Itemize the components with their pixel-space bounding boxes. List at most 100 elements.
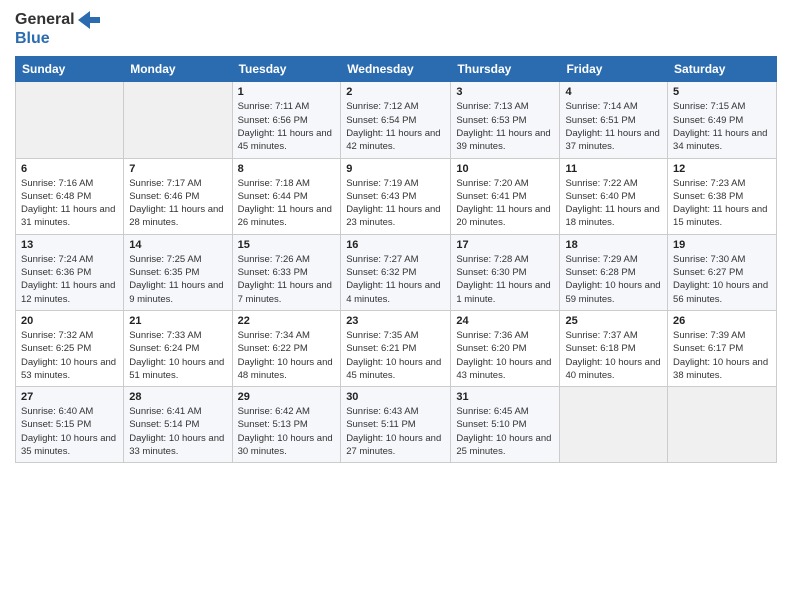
calendar-cell: 22 Sunrise: 7:34 AM Sunset: 6:22 PM Dayli… bbox=[232, 310, 341, 386]
day-number: 29 bbox=[238, 391, 336, 403]
logo-arrow-icon bbox=[78, 11, 100, 29]
calendar-cell: 13 Sunrise: 7:24 AM Sunset: 6:36 PM Dayli… bbox=[16, 234, 124, 310]
page-header: General Blue bbox=[15, 10, 777, 48]
day-info: Sunrise: 6:42 AM Sunset: 5:13 PM Dayligh… bbox=[238, 405, 336, 458]
day-info: Sunrise: 7:19 AM Sunset: 6:43 PM Dayligh… bbox=[346, 177, 445, 230]
day-info: Sunrise: 7:29 AM Sunset: 6:28 PM Dayligh… bbox=[565, 253, 662, 306]
day-of-week-tuesday: Tuesday bbox=[232, 57, 341, 82]
day-info: Sunrise: 7:18 AM Sunset: 6:44 PM Dayligh… bbox=[238, 177, 336, 230]
calendar-cell: 31 Sunrise: 6:45 AM Sunset: 5:10 PM Dayli… bbox=[451, 387, 560, 463]
calendar-cell: 4Sunrise: 7:14 AM Sunset: 6:51 PM Daylig… bbox=[560, 82, 668, 158]
day-info: Sunrise: 7:39 AM Sunset: 6:17 PM Dayligh… bbox=[673, 329, 771, 382]
calendar-cell: 19 Sunrise: 7:30 AM Sunset: 6:27 PM Dayli… bbox=[668, 234, 777, 310]
day-number: 23 bbox=[346, 315, 445, 327]
calendar-cell: 20 Sunrise: 7:32 AM Sunset: 6:25 PM Dayli… bbox=[16, 310, 124, 386]
day-info: Sunrise: 7:17 AM Sunset: 6:46 PM Dayligh… bbox=[129, 177, 226, 230]
day-number: 22 bbox=[238, 315, 336, 327]
day-number: 12 bbox=[673, 163, 771, 175]
day-number: 2 bbox=[346, 86, 445, 98]
day-info: Sunrise: 7:36 AM Sunset: 6:20 PM Dayligh… bbox=[456, 329, 554, 382]
calendar-cell: 7 Sunrise: 7:17 AM Sunset: 6:46 PM Daylig… bbox=[124, 158, 232, 234]
day-number: 26 bbox=[673, 315, 771, 327]
calendar-cell bbox=[560, 387, 668, 463]
day-number: 10 bbox=[456, 163, 554, 175]
day-info: Sunrise: 7:23 AM Sunset: 6:38 PM Dayligh… bbox=[673, 177, 771, 230]
calendar-cell: 11 Sunrise: 7:22 AM Sunset: 6:40 PM Dayli… bbox=[560, 158, 668, 234]
day-info: Sunrise: 6:43 AM Sunset: 5:11 PM Dayligh… bbox=[346, 405, 445, 458]
calendar-cell: 29 Sunrise: 6:42 AM Sunset: 5:13 PM Dayli… bbox=[232, 387, 341, 463]
calendar-cell: 18 Sunrise: 7:29 AM Sunset: 6:28 PM Dayli… bbox=[560, 234, 668, 310]
day-info: Sunrise: 7:33 AM Sunset: 6:24 PM Dayligh… bbox=[129, 329, 226, 382]
week-row-5: 27 Sunrise: 6:40 AM Sunset: 5:15 PM Dayli… bbox=[16, 387, 777, 463]
week-row-4: 20 Sunrise: 7:32 AM Sunset: 6:25 PM Dayli… bbox=[16, 310, 777, 386]
day-number: 16 bbox=[346, 239, 445, 251]
day-info: Sunrise: 6:45 AM Sunset: 5:10 PM Dayligh… bbox=[456, 405, 554, 458]
calendar-cell: 1 Sunrise: 7:11 AM Sunset: 6:56 PM Daylig… bbox=[232, 82, 341, 158]
day-number: 30 bbox=[346, 391, 445, 403]
day-number: 15 bbox=[238, 239, 336, 251]
day-info: Sunrise: 7:11 AM Sunset: 6:56 PM Dayligh… bbox=[238, 100, 336, 153]
logo-blue: Blue bbox=[15, 29, 50, 48]
day-number: 18 bbox=[565, 239, 662, 251]
day-info: Sunrise: 7:15 AM Sunset: 6:49 PM Dayligh… bbox=[673, 100, 771, 153]
calendar-cell bbox=[124, 82, 232, 158]
day-number: 3 bbox=[456, 86, 554, 98]
day-number: 28 bbox=[129, 391, 226, 403]
calendar-cell: 27 Sunrise: 6:40 AM Sunset: 5:15 PM Dayli… bbox=[16, 387, 124, 463]
day-info: Sunrise: 7:30 AM Sunset: 6:27 PM Dayligh… bbox=[673, 253, 771, 306]
calendar-cell: 17 Sunrise: 7:28 AM Sunset: 6:30 PM Dayli… bbox=[451, 234, 560, 310]
calendar-cell: 6Sunrise: 7:16 AM Sunset: 6:48 PM Daylig… bbox=[16, 158, 124, 234]
day-number: 13 bbox=[21, 239, 118, 251]
calendar-cell: 30 Sunrise: 6:43 AM Sunset: 5:11 PM Dayli… bbox=[341, 387, 451, 463]
calendar-cell: 5 Sunrise: 7:15 AM Sunset: 6:49 PM Daylig… bbox=[668, 82, 777, 158]
day-info: Sunrise: 7:25 AM Sunset: 6:35 PM Dayligh… bbox=[129, 253, 226, 306]
logo-general: General bbox=[15, 10, 75, 29]
calendar-cell: 2Sunrise: 7:12 AM Sunset: 6:54 PM Daylig… bbox=[341, 82, 451, 158]
day-number: 19 bbox=[673, 239, 771, 251]
calendar-cell: 28 Sunrise: 6:41 AM Sunset: 5:14 PM Dayli… bbox=[124, 387, 232, 463]
day-info: Sunrise: 7:32 AM Sunset: 6:25 PM Dayligh… bbox=[21, 329, 118, 382]
day-info: Sunrise: 7:13 AM Sunset: 6:53 PM Dayligh… bbox=[456, 100, 554, 153]
day-number: 1 bbox=[238, 86, 336, 98]
calendar-cell: 25 Sunrise: 7:37 AM Sunset: 6:18 PM Dayli… bbox=[560, 310, 668, 386]
day-info: Sunrise: 6:41 AM Sunset: 5:14 PM Dayligh… bbox=[129, 405, 226, 458]
day-number: 24 bbox=[456, 315, 554, 327]
day-number: 31 bbox=[456, 391, 554, 403]
calendar-cell: 12 Sunrise: 7:23 AM Sunset: 6:38 PM Dayli… bbox=[668, 158, 777, 234]
day-number: 9 bbox=[346, 163, 445, 175]
day-of-week-monday: Monday bbox=[124, 57, 232, 82]
day-number: 7 bbox=[129, 163, 226, 175]
day-of-week-wednesday: Wednesday bbox=[341, 57, 451, 82]
day-info: Sunrise: 7:27 AM Sunset: 6:32 PM Dayligh… bbox=[346, 253, 445, 306]
day-number: 11 bbox=[565, 163, 662, 175]
day-number: 20 bbox=[21, 315, 118, 327]
day-of-week-thursday: Thursday bbox=[451, 57, 560, 82]
day-number: 6 bbox=[21, 163, 118, 175]
day-info: Sunrise: 7:22 AM Sunset: 6:40 PM Dayligh… bbox=[565, 177, 662, 230]
day-info: Sunrise: 7:20 AM Sunset: 6:41 PM Dayligh… bbox=[456, 177, 554, 230]
day-number: 4 bbox=[565, 86, 662, 98]
day-number: 17 bbox=[456, 239, 554, 251]
day-number: 5 bbox=[673, 86, 771, 98]
day-info: Sunrise: 7:24 AM Sunset: 6:36 PM Dayligh… bbox=[21, 253, 118, 306]
week-row-2: 6Sunrise: 7:16 AM Sunset: 6:48 PM Daylig… bbox=[16, 158, 777, 234]
calendar-table: SundayMondayTuesdayWednesdayThursdayFrid… bbox=[15, 56, 777, 463]
day-info: Sunrise: 7:34 AM Sunset: 6:22 PM Dayligh… bbox=[238, 329, 336, 382]
calendar-header-row: SundayMondayTuesdayWednesdayThursdayFrid… bbox=[16, 57, 777, 82]
day-number: 8 bbox=[238, 163, 336, 175]
day-number: 27 bbox=[21, 391, 118, 403]
day-info: Sunrise: 7:35 AM Sunset: 6:21 PM Dayligh… bbox=[346, 329, 445, 382]
logo: General Blue bbox=[15, 10, 100, 48]
day-of-week-saturday: Saturday bbox=[668, 57, 777, 82]
day-info: Sunrise: 6:40 AM Sunset: 5:15 PM Dayligh… bbox=[21, 405, 118, 458]
calendar-cell: 21Sunrise: 7:33 AM Sunset: 6:24 PM Dayli… bbox=[124, 310, 232, 386]
day-number: 14 bbox=[129, 239, 226, 251]
day-number: 25 bbox=[565, 315, 662, 327]
calendar-cell: 10 Sunrise: 7:20 AM Sunset: 6:41 PM Dayli… bbox=[451, 158, 560, 234]
day-of-week-friday: Friday bbox=[560, 57, 668, 82]
day-info: Sunrise: 7:37 AM Sunset: 6:18 PM Dayligh… bbox=[565, 329, 662, 382]
calendar-cell: 24 Sunrise: 7:36 AM Sunset: 6:20 PM Dayli… bbox=[451, 310, 560, 386]
calendar-cell bbox=[668, 387, 777, 463]
week-row-3: 13 Sunrise: 7:24 AM Sunset: 6:36 PM Dayli… bbox=[16, 234, 777, 310]
day-info: Sunrise: 7:28 AM Sunset: 6:30 PM Dayligh… bbox=[456, 253, 554, 306]
